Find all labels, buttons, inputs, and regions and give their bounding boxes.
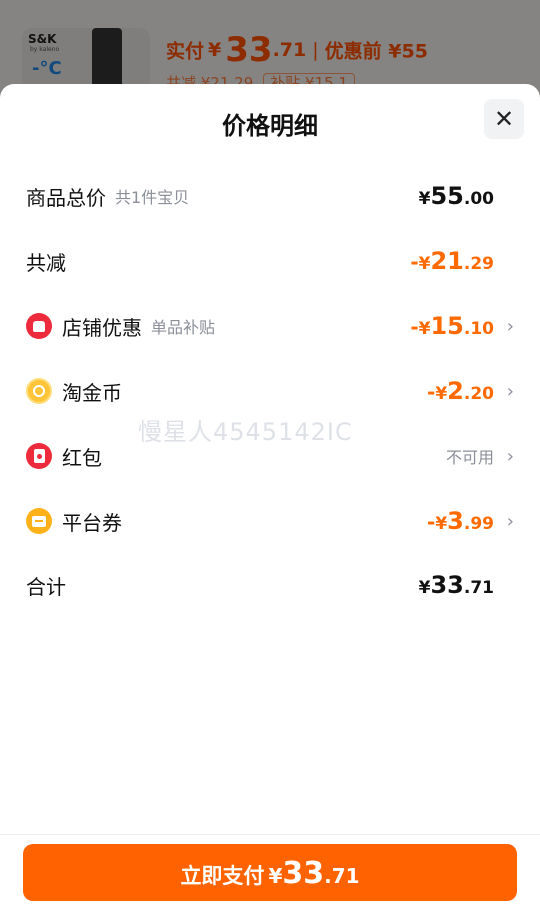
- row-sublabel: 共1件宝贝: [115, 188, 190, 207]
- row-label: 红包: [62, 445, 102, 470]
- currency-symbol: ¥: [418, 254, 431, 274]
- row-total-reduction: 共减 -¥21.29: [26, 241, 514, 281]
- price-detail-sheet: 价格明细 ✕ 商品总价 共1件宝贝 ¥55.00 共减 -¥21.29 店铺优惠…: [0, 84, 540, 922]
- row-shop-discount[interactable]: 店铺优惠 单品补贴 -¥15.10 ›: [26, 306, 514, 346]
- row-label: 淘金币: [62, 380, 122, 405]
- amount-decimal: .71: [463, 578, 494, 598]
- chevron-right-icon: ›: [506, 510, 514, 532]
- currency-symbol: ¥: [418, 578, 431, 598]
- amount-integer: 15: [430, 312, 464, 340]
- amount-decimal: .00: [463, 189, 494, 209]
- sheet-title: 价格明细: [222, 112, 318, 140]
- minus-sign: -: [410, 315, 419, 339]
- minus-sign: -: [410, 250, 419, 274]
- amount-integer: 3: [447, 507, 464, 535]
- row-item-total: 商品总价 共1件宝贝 ¥55.00: [26, 176, 514, 216]
- row-value: ¥55.00: [419, 182, 514, 210]
- amount-sum: ¥33.71: [419, 571, 494, 599]
- pay-button-label: 立即支付: [180, 864, 265, 888]
- shop-discount-icon: [26, 313, 52, 339]
- row-value: -¥15.10 ›: [410, 312, 514, 340]
- row-sum: 合计 ¥33.71: [26, 565, 514, 605]
- amount-integer: 21: [430, 247, 464, 275]
- currency-symbol: ¥: [418, 189, 431, 209]
- chevron-right-icon: ›: [506, 315, 514, 337]
- amount-coupon: -¥3.99: [427, 507, 494, 535]
- row-red-packet[interactable]: 红包 不可用 ›: [26, 436, 514, 476]
- close-icon: ✕: [493, 105, 515, 133]
- amount-integer: 33: [430, 571, 464, 599]
- amount-decimal: .10: [463, 319, 494, 339]
- footer-divider: [0, 834, 540, 835]
- pay-button-yen: ¥: [268, 864, 283, 888]
- row-value: -¥2.20 ›: [427, 377, 514, 405]
- currency-symbol: ¥: [418, 319, 431, 339]
- amount-total: ¥55.00: [419, 182, 494, 210]
- chevron-right-icon: ›: [506, 380, 514, 402]
- amount-reduction: -¥21.29: [410, 247, 494, 275]
- amount-integer: 55: [430, 182, 464, 210]
- amount-shop-discount: -¥15.10: [410, 312, 494, 340]
- row-value: ¥33.71: [419, 571, 514, 599]
- amount-integer: 2: [447, 377, 464, 405]
- amount-decimal: .99: [463, 514, 494, 534]
- pay-button-dec: .71: [324, 864, 360, 888]
- gold-coin-icon: [26, 378, 52, 404]
- chevron-right-icon: ›: [506, 445, 514, 467]
- row-value: -¥3.99 ›: [427, 507, 514, 535]
- row-label: 合计: [26, 574, 66, 599]
- row-gold-coin[interactable]: 淘金币 -¥2.20 ›: [26, 371, 514, 411]
- row-label: 平台券: [62, 510, 122, 535]
- row-platform-coupon[interactable]: 平台券 -¥3.99 ›: [26, 501, 514, 541]
- amount-decimal: .29: [463, 254, 494, 274]
- close-button[interactable]: ✕: [484, 99, 524, 139]
- row-label: 店铺优惠: [62, 315, 142, 340]
- currency-symbol: ¥: [435, 514, 448, 534]
- pay-button-int: 33: [282, 856, 325, 891]
- row-sublabel: 单品补贴: [151, 318, 216, 337]
- row-label: 商品总价: [26, 185, 106, 210]
- amount-gold-coin: -¥2.20: [427, 377, 494, 405]
- unavailable-text: 不可用: [445, 448, 494, 467]
- red-packet-icon: [26, 443, 52, 469]
- currency-symbol: ¥: [435, 384, 448, 404]
- pay-now-button[interactable]: 立即支付 ¥ 33 .71: [23, 844, 517, 901]
- row-value: 不可用 ›: [446, 444, 514, 468]
- amount-decimal: .20: [463, 384, 494, 404]
- row-value: -¥21.29: [410, 247, 514, 275]
- coupon-icon: [26, 508, 52, 534]
- row-label: 共减: [26, 250, 66, 275]
